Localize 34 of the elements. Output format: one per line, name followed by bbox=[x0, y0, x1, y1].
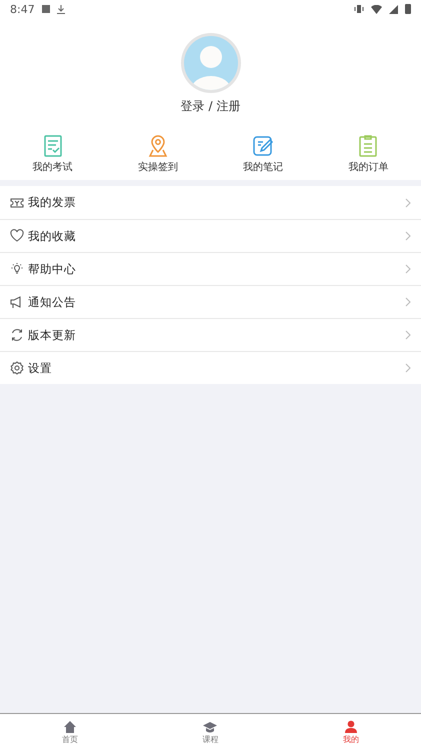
login-register-link[interactable]: 登录 / 注册 bbox=[180, 98, 240, 115]
checklist-icon bbox=[42, 135, 64, 157]
shortcut-button[interactable]: 实操签到 bbox=[105, 135, 210, 174]
avatar[interactable] bbox=[180, 32, 242, 94]
ticket-icon bbox=[10, 196, 24, 210]
wifi-icon bbox=[371, 4, 382, 14]
tab[interactable]: 首页 bbox=[0, 714, 140, 750]
chevron-right-icon bbox=[405, 231, 411, 241]
clipboard-icon bbox=[357, 135, 380, 157]
tab[interactable]: 我的 bbox=[280, 714, 421, 750]
person-icon bbox=[344, 720, 358, 734]
settings-icon bbox=[10, 361, 24, 375]
notification-icon bbox=[42, 5, 50, 13]
download-icon bbox=[56, 4, 65, 14]
tab[interactable]: 课程 bbox=[140, 714, 281, 750]
chevron-right-icon bbox=[405, 297, 411, 307]
chevron-right-icon bbox=[405, 264, 411, 274]
shortcut-button[interactable]: 我的订单 bbox=[316, 135, 421, 174]
status-time: 8:47 bbox=[10, 2, 35, 16]
lightbulb-icon bbox=[10, 262, 24, 276]
chevron-right-icon bbox=[405, 330, 411, 340]
signal-icon bbox=[389, 4, 398, 14]
shortcut-button[interactable]: 我的考试 bbox=[0, 135, 106, 174]
shortcut-button[interactable]: 我的笔记 bbox=[210, 135, 316, 174]
vibrate-icon bbox=[354, 4, 364, 14]
graduation-cap-icon bbox=[203, 720, 218, 734]
refresh-icon bbox=[10, 328, 24, 342]
chevron-right-icon bbox=[405, 363, 411, 373]
map-pin-icon bbox=[146, 135, 169, 157]
battery-icon bbox=[405, 4, 411, 14]
heart-icon bbox=[10, 229, 24, 243]
home-icon bbox=[63, 720, 78, 734]
chevron-right-icon bbox=[405, 198, 411, 208]
note-edit-icon bbox=[252, 135, 274, 157]
